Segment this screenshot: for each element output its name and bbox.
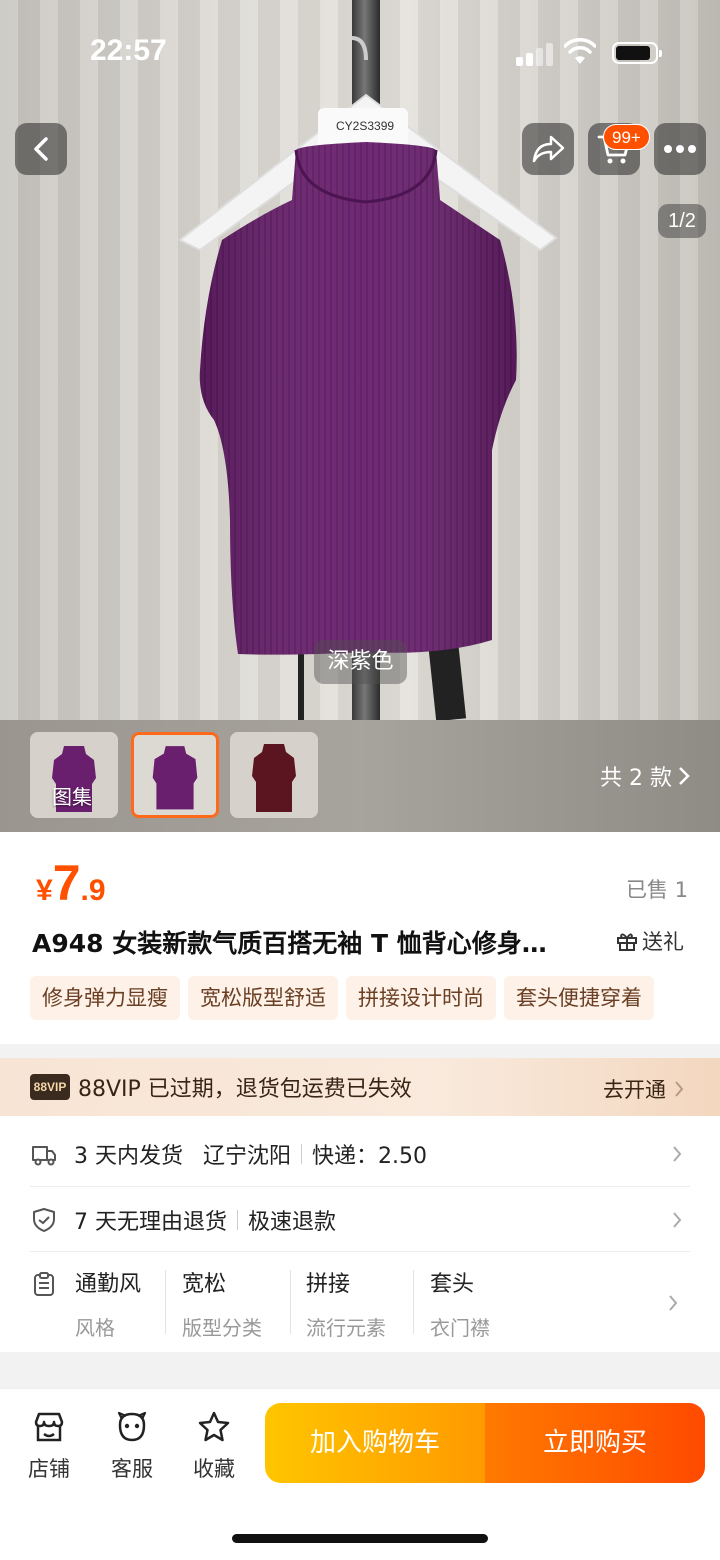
price: ¥7.9 — [36, 854, 106, 912]
add-to-cart-button[interactable]: 加入购物车 — [265, 1403, 485, 1483]
gift-icon — [617, 933, 637, 951]
wine-top-thumbnail-image — [230, 732, 318, 818]
hanger-tag-text: CY2S3399 — [336, 119, 394, 133]
chevron-right-icon — [673, 1212, 682, 1228]
attribute-value: 拼接 — [306, 1272, 351, 1297]
attribute-value: 通勤风 — [75, 1272, 142, 1297]
shield-check-icon — [33, 1208, 55, 1232]
share-button[interactable] — [522, 123, 574, 175]
customer-service-tab[interactable]: 客服 — [100, 1409, 164, 1483]
clipboard-icon — [34, 1272, 54, 1296]
purple-top-thumbnail-image — [134, 735, 216, 815]
attribute-key: 衣门襟 — [430, 1316, 490, 1340]
star-icon — [198, 1411, 230, 1442]
price-decimal: .9 — [80, 874, 106, 907]
product-title[interactable]: A948 女装新款气质百搭无袖 T 恤背心修身… — [32, 924, 604, 960]
returns-row[interactable]: 7 天无理由退货 极速退款 — [30, 1204, 690, 1236]
attribute-element[interactable]: 拼接 流行元素 — [306, 1266, 386, 1341]
status-bar: 22:57 — [0, 0, 720, 100]
divider — [290, 1270, 291, 1334]
divider — [237, 1210, 238, 1230]
attribute-placket[interactable]: 套头 衣门襟 — [430, 1266, 490, 1341]
service-details: 3 天内发货 辽宁沈阳 快递：2.50 7 天无理由退货 极速退款 通勤风 风格… — [0, 1116, 720, 1352]
chevron-right-icon — [673, 1146, 682, 1162]
ship-from-location: 辽宁沈阳 — [203, 1144, 292, 1169]
battery-icon — [612, 42, 662, 64]
divider — [301, 1144, 303, 1164]
attribute-fit[interactable]: 宽松 版型分类 — [182, 1266, 262, 1341]
attribute-key: 流行元素 — [306, 1316, 386, 1340]
variant-thumbnail-selected[interactable] — [131, 732, 219, 818]
sleeveless-top-image: CY2S3399 — [178, 36, 558, 655]
cellular-signal-icon — [516, 42, 556, 66]
gallery-thumbnail[interactable]: 图集 — [30, 732, 118, 818]
cart-count-badge: 99+ — [603, 124, 650, 150]
more-dots-icon — [664, 145, 696, 153]
home-indicator[interactable] — [232, 1534, 488, 1543]
product-image[interactable]: CY2S3399 — [0, 0, 720, 720]
vip-status-text: 88VIP 已过期，退货包运费已失效 — [78, 1077, 412, 1102]
chevron-right-icon — [675, 1081, 684, 1097]
chevron-left-icon — [34, 137, 48, 161]
gift-label: 送礼 — [642, 930, 684, 954]
product-info-card: ¥7.9 已售 1 A948 女装新款气质百搭无袖 T 恤背心修身… 送礼 修身… — [0, 832, 720, 1044]
gallery-label: 图集 — [52, 785, 92, 809]
divider — [165, 1270, 166, 1334]
delivery-truck-icon — [32, 1146, 56, 1166]
share-icon — [532, 135, 565, 163]
store-tab[interactable]: 店铺 — [17, 1409, 81, 1483]
feature-tag[interactable]: 拼接设计时尚 — [346, 976, 496, 1020]
store-icon — [34, 1412, 64, 1442]
return-policy: 7 天无理由退货 — [74, 1210, 227, 1235]
divider — [30, 1251, 690, 1252]
chevron-right-icon — [679, 767, 690, 785]
service-label: 客服 — [111, 1457, 153, 1481]
color-variant-label[interactable]: 深紫色 — [314, 640, 407, 684]
attribute-value: 宽松 — [182, 1272, 227, 1297]
price-integer: 7 — [52, 855, 81, 911]
variant-thumbnail[interactable] — [230, 732, 318, 818]
wifi-icon — [564, 38, 596, 64]
all-styles-link[interactable]: 共 2 款 — [600, 760, 690, 792]
favorite-label: 收藏 — [193, 1457, 235, 1481]
attribute-key: 风格 — [75, 1316, 115, 1340]
more-options-button[interactable] — [654, 123, 706, 175]
vip-banner[interactable]: 88VIP 88VIP 已过期，退货包运费已失效 去开通 — [0, 1058, 720, 1116]
buy-now-button[interactable]: 立即购买 — [485, 1403, 705, 1483]
chevron-right-icon[interactable] — [668, 1294, 678, 1312]
vip-badge: 88VIP — [30, 1074, 70, 1100]
feature-tag[interactable]: 套头便捷穿着 — [504, 976, 654, 1020]
image-page-indicator: 1/2 — [658, 204, 706, 238]
divider — [30, 1186, 690, 1187]
back-button[interactable] — [15, 123, 67, 175]
status-time: 22:57 — [90, 34, 167, 67]
divider — [413, 1270, 414, 1334]
feature-tag[interactable]: 宽松版型舒适 — [188, 976, 338, 1020]
customer-service-icon — [117, 1411, 147, 1442]
feature-tag[interactable]: 修身弹力显瘦 — [30, 976, 180, 1020]
purchase-buttons: 加入购物车 立即购买 — [265, 1403, 705, 1483]
shipping-fee: 快递：2.50 — [312, 1144, 428, 1169]
attribute-value: 套头 — [430, 1272, 475, 1297]
attribute-style[interactable]: 通勤风 风格 — [75, 1266, 141, 1341]
vip-activate-label: 去开通 — [603, 1078, 666, 1102]
styles-count-label: 共 2 款 — [600, 766, 672, 791]
sold-count: 已售 1 — [625, 878, 688, 902]
gift-button[interactable]: 送礼 — [616, 926, 684, 956]
store-label: 店铺 — [28, 1457, 70, 1481]
shipping-row[interactable]: 3 天内发货 辽宁沈阳 快递：2.50 — [30, 1138, 690, 1170]
dispatch-time: 3 天内发货 — [74, 1144, 183, 1169]
favorite-tab[interactable]: 收藏 — [182, 1409, 246, 1483]
refund-speed: 极速退款 — [248, 1210, 337, 1235]
attribute-key: 版型分类 — [182, 1316, 262, 1340]
vip-activate-link[interactable]: 去开通 — [603, 1074, 684, 1104]
feature-tags: 修身弹力显瘦 宽松版型舒适 拼接设计时尚 套头便捷穿着 — [30, 976, 720, 1022]
variant-thumbnail-bar: 图集 共 2 款 — [0, 720, 720, 832]
price-currency: ¥ — [36, 874, 53, 907]
